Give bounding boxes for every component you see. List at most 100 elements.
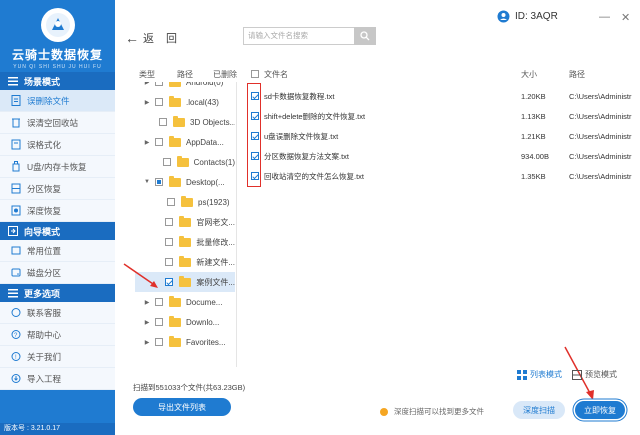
col-filename[interactable]: 文件名 — [264, 69, 288, 80]
folder-icon — [179, 215, 192, 227]
tree-checkbox[interactable] — [165, 238, 174, 246]
minimize-button[interactable]: — — [599, 11, 610, 23]
tree-checkbox[interactable] — [155, 138, 163, 146]
back-label: 返 — [143, 33, 154, 45]
col-tree-path[interactable]: 路径 — [177, 69, 193, 80]
tree-checkbox[interactable] — [155, 178, 163, 186]
search-input[interactable]: 请输入文件名搜索 — [243, 27, 357, 45]
tree-label: AppData... — [186, 137, 224, 147]
file-name: 回收站清空的文件怎么恢复.txt — [264, 171, 365, 181]
tree-row[interactable]: ps(1923) — [135, 192, 235, 212]
nav-format[interactable]: 误格式化 — [0, 134, 115, 156]
tree-row[interactable]: ▶ AppData... — [135, 132, 235, 152]
back-nav[interactable]: ← 返 回 — [125, 30, 177, 46]
tree-checkbox[interactable] — [155, 82, 163, 86]
tree-row[interactable]: ▶ .local(43) — [135, 92, 235, 112]
tree-checkbox[interactable] — [155, 98, 163, 106]
tree-row[interactable]: 官网老文... — [135, 212, 235, 232]
home-label: 回 — [166, 33, 177, 45]
tree-checkbox[interactable] — [165, 278, 174, 286]
preview-mode-toggle[interactable]: 预览模式 — [572, 369, 617, 380]
export-file-list-button[interactable]: 导出文件列表 — [133, 398, 231, 416]
col-path[interactable]: 路径 — [569, 69, 585, 80]
tree-row[interactable]: ▶ Docume... — [135, 292, 235, 312]
tree-checkbox[interactable] — [165, 218, 174, 226]
annotation-arrow-tree — [123, 263, 158, 288]
folder-icon — [169, 135, 181, 147]
file-row[interactable]: 分区数据恢复方法文案.txt 934.00B C:\Users\Administr — [251, 146, 640, 166]
tree-row[interactable]: ▶ Favorites... — [135, 332, 235, 352]
tree-row[interactable]: Contacts(1) — [135, 152, 235, 172]
file-row[interactable]: u盘误删除文件恢复.txt 1.21KB C:\Users\Administr — [251, 126, 640, 146]
tree-checkbox[interactable] — [155, 298, 163, 306]
app-title: 云骑士数据恢复 — [11, 48, 103, 62]
nav-about-us[interactable]: ! 关于我们 — [0, 346, 115, 368]
tree-checkbox[interactable] — [162, 158, 171, 166]
expand-icon[interactable]: ▶ — [143, 139, 151, 146]
col-deleted[interactable]: 已删除 — [213, 69, 237, 80]
nav-common-locations[interactable]: 常用位置 — [0, 240, 115, 262]
version-label: 版本号 : 3.21.0.17 — [0, 423, 115, 435]
deep-scan-hint: 深度扫描可以找到更多文件 — [380, 406, 484, 417]
tree-checkbox[interactable] — [155, 318, 163, 326]
nav-deleted-files[interactable]: 误删除文件 — [0, 90, 115, 112]
file-path: C:\Users\Administr — [569, 91, 632, 101]
tree-row[interactable]: 批量修改... — [135, 232, 235, 252]
tree-checkbox[interactable] — [159, 118, 167, 126]
expand-icon[interactable]: ▶ — [143, 299, 151, 306]
tree-checkbox[interactable] — [165, 258, 174, 266]
expand-icon[interactable]: ▶ — [143, 82, 151, 86]
folder-icon — [179, 275, 192, 287]
headset-icon — [10, 307, 21, 318]
nav-usb-card[interactable]: U盘/内存卡恢复 — [0, 156, 115, 178]
nav-recycle-bin[interactable]: 误清空回收站 — [0, 112, 115, 134]
nav-partition[interactable]: 分区恢复 — [0, 178, 115, 200]
tree-checkbox[interactable] — [167, 198, 175, 206]
folder-icon — [169, 315, 181, 327]
folder-icon — [169, 175, 181, 187]
col-type[interactable]: 类型 — [139, 69, 155, 80]
tree-label: Desktop(... — [186, 177, 225, 187]
close-button[interactable]: ✕ — [621, 11, 630, 24]
tree-checkbox[interactable] — [155, 338, 163, 346]
list-mode-toggle[interactable]: 列表模式 — [517, 369, 562, 380]
location-icon — [10, 245, 21, 256]
tree-label: 案例文件... — [196, 277, 235, 287]
nav-disk-partition[interactable]: 磁盘分区 — [0, 262, 115, 284]
folder-icon — [169, 82, 181, 87]
expand-icon[interactable]: ▶ — [143, 319, 151, 326]
tree-row[interactable]: ▶ Downlo... — [135, 312, 235, 332]
col-size[interactable]: 大小 — [521, 69, 537, 80]
preview-mode-icon — [572, 369, 582, 380]
file-name: u盘误删除文件恢复.txt — [264, 131, 339, 141]
file-name: shift+delete删除的文件恢复.txt — [264, 111, 366, 121]
search-button[interactable] — [354, 27, 376, 45]
expand-icon[interactable]: ▶ — [143, 339, 151, 346]
file-row[interactable]: 回收站清空的文件怎么恢复.txt 1.35KB C:\Users\Administr — [251, 166, 640, 186]
scan-stats: 扫描到551033个文件(共63.23GB) — [133, 383, 246, 392]
tree-label: Contacts(1) — [193, 157, 235, 167]
file-path: C:\Users\Administr — [569, 111, 632, 121]
file-path: C:\Users\Administr — [569, 131, 632, 141]
collapse-icon[interactable]: ▼ — [143, 179, 151, 185]
file-row[interactable]: shift+delete删除的文件恢复.txt 1.13KB C:\Users\Ad… — [251, 106, 640, 126]
app-logo: 云骑士数据恢复 YUN QI SHI SHU JU HUI FU — [0, 0, 115, 72]
file-name: 分区数据恢复方法文案.txt — [264, 151, 350, 161]
tree-row[interactable]: ▶ Android(0) — [135, 82, 235, 92]
import-icon — [10, 373, 21, 384]
deep-scan-button[interactable]: 深度扫描 — [513, 401, 565, 419]
nav-help-center[interactable]: ? 帮助中心 — [0, 324, 115, 346]
file-row[interactable]: sd卡数据恢复教程.txt 1.20KB C:\Users\Administr — [251, 86, 640, 106]
nav-deep-recovery[interactable]: 深度恢复 — [0, 200, 115, 222]
wizard-icon — [8, 226, 18, 236]
expand-icon[interactable]: ▶ — [143, 99, 151, 106]
nav-import-project[interactable]: 导入工程 — [0, 368, 115, 390]
tree-row[interactable]: 3D Objects... — [135, 112, 235, 132]
recover-now-button[interactable]: 立即恢复 — [575, 401, 625, 419]
folder-icon — [169, 95, 181, 107]
nav-contact-support[interactable]: 联系客服 — [0, 302, 115, 324]
folder-icon — [169, 295, 181, 307]
scene-mode-icon — [8, 76, 18, 86]
folder-tree: ▶ Android(0) ▶ .local(43) 3D Objects... ▶ AppD… — [135, 82, 235, 367]
tree-row[interactable]: ▼ Desktop(... — [135, 172, 235, 192]
